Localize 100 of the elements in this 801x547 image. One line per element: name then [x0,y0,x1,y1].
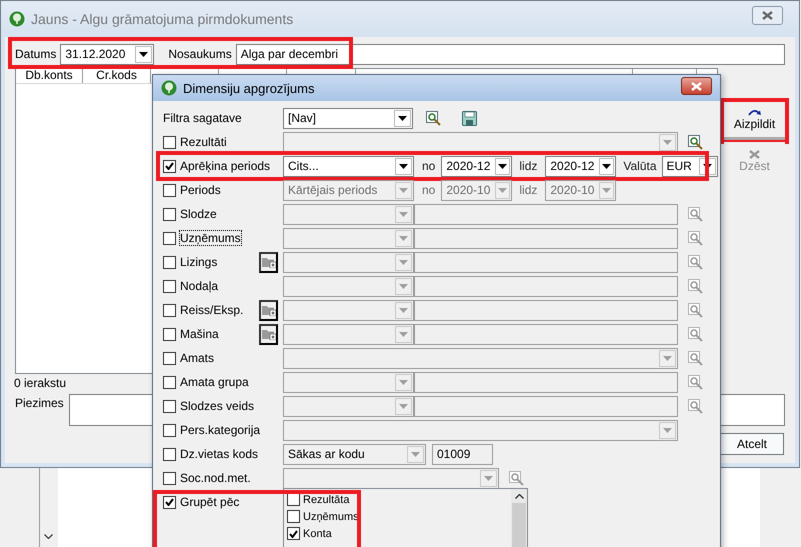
caret-icon [498,164,508,168]
input-field[interactable] [414,228,678,248]
dropdown[interactable]: [Nav] [283,108,413,128]
column-header[interactable]: Cr.kods [83,69,151,83]
checkbox[interactable] [163,280,176,292]
search-icon[interactable] [688,206,703,222]
caret-icon [663,140,672,144]
field-label: no [422,183,436,197]
search-icon[interactable] [509,470,524,486]
checkbox-label[interactable]: Konta [303,528,332,540]
dropdown[interactable] [283,252,414,272]
dropdown[interactable]: Cits... [283,156,414,176]
checkbox[interactable] [287,493,300,506]
code-field[interactable]: 01009 [432,444,493,464]
checkbox-label[interactable]: Uzņēmums [180,231,241,245]
checkbox[interactable] [163,160,176,172]
dropdown[interactable] [283,276,414,296]
dropdown[interactable] [283,300,414,320]
checkbox-label[interactable]: Uzņēmums [303,510,359,522]
checkbox[interactable] [163,352,176,364]
checkbox[interactable] [163,472,176,484]
name-field[interactable]: Alga par decembri [236,44,785,64]
folder-add-button[interactable] [259,300,278,320]
checkbox-label[interactable]: Soc.nod.met. [180,471,251,485]
checkbox[interactable] [287,510,300,523]
dropdown[interactable]: 2020-12 [441,156,512,176]
chevron-down-icon[interactable] [44,534,53,539]
search-icon[interactable] [688,350,703,366]
input-field[interactable] [414,276,678,296]
search-icon[interactable] [688,134,703,150]
checkbox[interactable] [163,136,176,148]
checkbox-label[interactable]: Rezultāta [303,494,350,506]
checkbox-label[interactable]: Pers.kategorija [180,423,260,437]
checkbox[interactable] [163,448,176,460]
dropdown[interactable] [283,348,678,368]
dropdown[interactable] [283,228,414,248]
close-icon [762,10,773,20]
checkbox[interactable] [163,232,176,244]
input-field[interactable] [414,372,678,392]
close-icon [749,150,760,158]
dropdown[interactable] [283,372,414,392]
checkbox[interactable] [287,527,300,540]
dropdown[interactable] [283,204,414,224]
checkbox-label[interactable]: Amats [180,351,214,365]
column-header[interactable]: Db.konts [16,69,83,83]
dropdown[interactable] [283,132,678,152]
dropdown[interactable]: 2020-12 [545,156,616,176]
dropdown[interactable]: Sākas ar kodu [283,444,426,464]
search-icon[interactable] [688,254,703,270]
checkbox-label[interactable]: Slodzes veids [180,399,254,413]
checkbox[interactable] [163,496,176,508]
input-field[interactable] [414,204,678,224]
checkbox[interactable] [163,424,176,436]
close-button[interactable] [752,6,783,24]
dropdown[interactable] [283,468,499,488]
caret-icon [399,332,408,336]
caret-icon [398,116,407,120]
save-icon[interactable] [462,110,477,126]
checkbox-label[interactable]: Rezultāti [180,135,227,149]
search-icon[interactable] [688,398,703,414]
checkbox[interactable] [163,376,176,388]
checkbox-label[interactable]: Aprēķina periods [180,159,270,173]
dropdown[interactable] [283,420,678,440]
caret-icon [498,188,508,192]
checkbox-label[interactable]: Mašina [180,327,219,341]
input-field[interactable] [414,324,678,344]
chevron-up-icon[interactable] [514,494,524,499]
dropdown[interactable] [283,396,414,416]
input-field[interactable] [414,300,678,320]
caret-icon [484,476,493,480]
checkbox-label[interactable]: Lizings [180,255,218,269]
checkbox-label[interactable]: Reiss/Eksp. [180,303,244,317]
checkbox[interactable] [163,304,176,316]
checkbox-label[interactable]: Nodaļa [180,279,218,293]
input-field[interactable] [414,396,678,416]
search-icon[interactable] [688,278,703,294]
caret-icon [602,164,612,168]
caret-icon [399,404,408,408]
search-icon[interactable] [688,302,703,318]
input-field[interactable] [414,252,678,272]
scrollbar[interactable] [511,489,527,547]
folder-add-button[interactable] [259,252,278,272]
cancel-button[interactable]: Atcelt [720,433,784,455]
folder-add-button[interactable] [259,324,278,344]
dropdown[interactable] [283,324,414,344]
checkbox-label[interactable]: Dz.vietas kods [180,447,258,461]
checkbox[interactable] [163,400,176,412]
checkbox-label[interactable]: Grupēt pēc [180,495,240,509]
dropdown[interactable]: 31.12.2020 [60,44,154,64]
checkbox[interactable] [163,256,176,268]
close-icon [691,82,702,90]
search-icon[interactable] [688,374,703,390]
checkbox[interactable] [163,208,176,220]
search-icon[interactable] [688,230,703,246]
search-icon[interactable] [688,326,703,342]
checkbox[interactable] [163,328,176,340]
checkbox-label[interactable]: Slodze [180,207,217,221]
search-icon[interactable] [426,110,441,126]
checkbox-label[interactable]: Amata grupa [180,375,249,389]
close-button[interactable] [681,77,712,95]
